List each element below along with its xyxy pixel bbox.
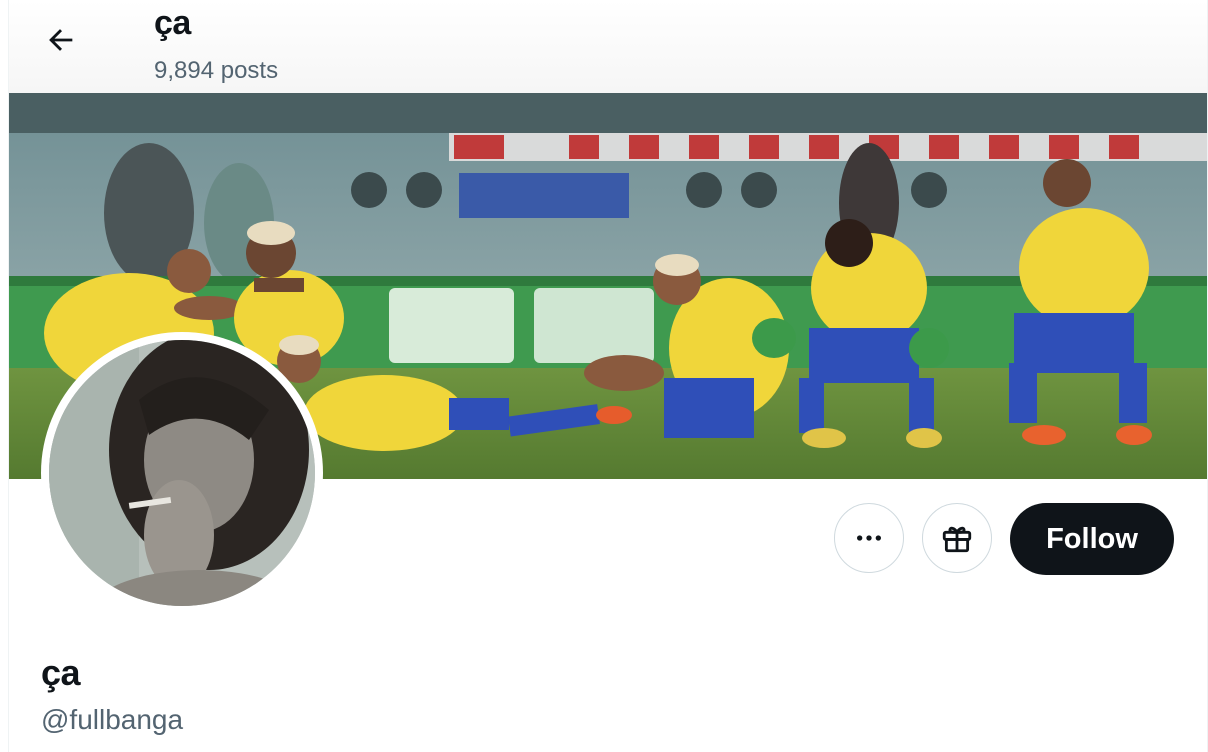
gift-icon <box>942 526 972 553</box>
back-arrow-icon <box>49 29 73 51</box>
profile-header: ça 9,894 posts <box>9 0 1207 93</box>
gift-button[interactable] <box>922 503 992 573</box>
display-name: ça <box>41 652 81 693</box>
avatar[interactable] <box>41 332 323 614</box>
user-handle: @fullbanga <box>41 704 184 735</box>
back-button[interactable] <box>39 18 83 62</box>
more-options-button[interactable] <box>834 503 904 573</box>
avatar-image <box>49 340 315 606</box>
more-horizontal-icon <box>857 535 881 541</box>
header-title: ça <box>154 4 191 42</box>
follow-button[interactable]: Follow <box>1010 503 1174 575</box>
posts-count: 9,894 posts <box>154 57 279 84</box>
profile-page: ça 9,894 posts Follow ça @fullbanga <box>8 0 1208 752</box>
